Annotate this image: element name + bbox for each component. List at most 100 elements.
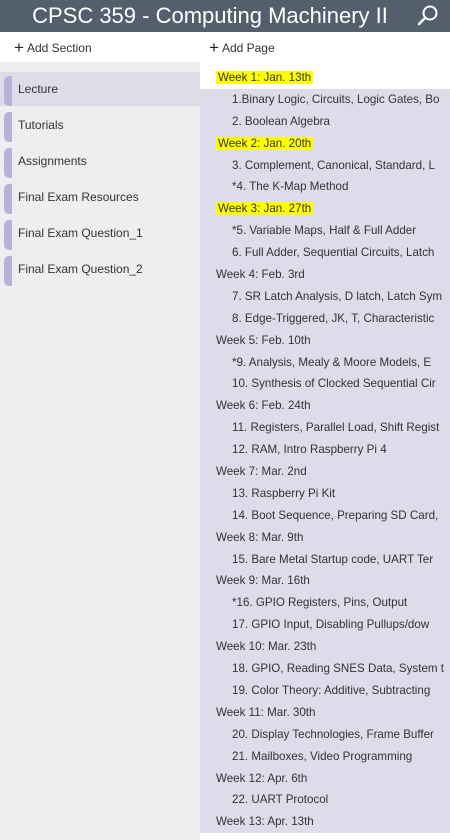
page-label: Week 5: Feb. 10th: [216, 333, 311, 347]
page-item[interactable]: *4. The K-Map Method: [200, 176, 450, 199]
page-label: Week 3: Jan. 27th: [216, 202, 314, 216]
page-item[interactable]: 19. Color Theory: Additive, Subtracting: [200, 679, 450, 702]
add-section-label: Add Section: [26, 41, 92, 55]
page-label: Week 1: Jan. 13th: [216, 71, 314, 84]
page-item-week[interactable]: Week 12: Apr. 6th: [200, 767, 450, 790]
page-item[interactable]: 2. Boolean Algebra: [200, 110, 450, 133]
page-item[interactable]: *16. GPIO Registers, Pins, Output: [200, 592, 450, 615]
section-label: Final Exam Question_2: [18, 262, 143, 276]
toolbar: + Add Section + Add Page: [0, 32, 450, 62]
page-label: 3. Complement, Canonical, Standard, L: [232, 158, 436, 172]
page-item[interactable]: 10. Synthesis of Clocked Sequential Cir: [200, 373, 450, 396]
page-label: Week 11: Mar. 30th: [216, 705, 316, 719]
title-bar: CPSC 359 - Computing Machinery II: [0, 0, 450, 32]
page-item-week[interactable]: Week 8: Mar. 9th: [200, 526, 450, 549]
plus-icon: +: [14, 38, 24, 57]
page-label: *4. The K-Map Method: [232, 180, 349, 194]
page-item-week[interactable]: Week 2: Jan. 20th: [200, 132, 450, 155]
section-label: Final Exam Resources: [18, 190, 139, 204]
page-label: 2. Boolean Algebra: [232, 114, 330, 128]
section-item-assignments[interactable]: Assignments: [0, 144, 200, 178]
page-label: *5. Variable Maps, Half & Full Adder: [232, 224, 417, 238]
page-item-week[interactable]: Week 10: Mar. 23th: [200, 636, 450, 659]
section-tab: [4, 220, 12, 250]
search-button[interactable]: [416, 4, 440, 28]
page-item[interactable]: 17. GPIO Input, Disabling Pullups/dow: [200, 614, 450, 637]
page-label: 6. Full Adder, Sequential Circuits, Latc…: [232, 246, 435, 260]
page-item[interactable]: 20. Display Technologies, Frame Buffer: [200, 723, 450, 746]
page-list: Week 1: Jan. 13th 1.Binary Logic, Circuit…: [200, 67, 450, 834]
page-label: 1.Binary Logic, Circuits, Logic Gates, B…: [232, 92, 440, 106]
page-label: 12. RAM, Intro Raspberry Pi 4: [232, 443, 387, 457]
page-label: 7. SR Latch Analysis, D latch, Latch Sym: [232, 289, 443, 303]
page-item-week[interactable]: Week 1: Jan. 13th: [200, 67, 450, 89]
page-label: Week 10: Mar. 23th: [216, 640, 317, 654]
page-label: 13. Raspberry Pi Kit: [232, 486, 336, 500]
page-label: Week 7: Mar. 2nd: [216, 465, 307, 479]
page-item[interactable]: *9. Analysis, Mealy & Moore Models, E: [200, 351, 450, 374]
section-label: Tutorials: [18, 118, 64, 132]
search-icon: [417, 5, 438, 26]
section-list: Lecture Tutorials Assignments Final Exam…: [0, 62, 201, 840]
section-tab: [4, 148, 12, 178]
plus-icon: +: [209, 38, 219, 57]
page-item[interactable]: 3. Complement, Canonical, Standard, L: [200, 154, 450, 177]
page-label: Week 6: Feb. 24th: [216, 399, 311, 413]
page-item-week[interactable]: Week 11: Mar. 30th: [200, 701, 450, 724]
page-label: Week 8: Mar. 9th: [216, 530, 304, 544]
page-item-week[interactable]: Week 4: Feb. 3rd: [200, 264, 450, 286]
add-page-button[interactable]: + Add Page: [209, 38, 275, 58]
page-item[interactable]: 8. Edge-Triggered, JK, T, Characteristic: [200, 307, 450, 330]
section-item-final-exam-resources[interactable]: Final Exam Resources: [0, 180, 200, 214]
page-item[interactable]: 13. Raspberry Pi Kit: [200, 482, 450, 505]
section-label: Final Exam Question_1: [18, 226, 143, 240]
page-label: Week 4: Feb. 3rd: [216, 268, 305, 282]
page-item[interactable]: *5. Variable Maps, Half & Full Adder: [200, 220, 450, 243]
section-tab: [4, 256, 12, 286]
page-item-week[interactable]: Week 13: Apr. 13th: [200, 811, 450, 834]
page-label: Week 12: Apr. 6th: [216, 771, 308, 785]
section-tab: [4, 184, 12, 214]
page-label: Week 2: Jan. 20th: [216, 136, 314, 150]
page-item-week[interactable]: Week 9: Mar. 16th: [200, 570, 450, 593]
section-label: Assignments: [18, 154, 87, 168]
page-label: 21. Mailboxes, Video Programming: [232, 749, 413, 763]
page-item[interactable]: 7. SR Latch Analysis, D latch, Latch Sym: [200, 285, 450, 308]
page-label: 11. Registers, Parallel Load, Shift Regi…: [232, 421, 440, 435]
page-label: *9. Analysis, Mealy & Moore Models, E: [232, 355, 432, 369]
section-item-final-exam-question-1[interactable]: Final Exam Question_1: [0, 216, 200, 250]
add-page-label: Add Page: [221, 41, 275, 55]
page-label: 10. Synthesis of Clocked Sequential Cir: [232, 377, 436, 391]
page-item-week[interactable]: Week 3: Jan. 27th: [200, 198, 450, 221]
page-label: *16. GPIO Registers, Pins, Output: [232, 596, 408, 610]
page-label: Week 9: Mar. 16th: [216, 574, 310, 588]
page-label: 20. Display Technologies, Frame Buffer: [232, 727, 434, 741]
page-list-pane: Week 1: Jan. 13th 1.Binary Logic, Circuit…: [200, 62, 450, 840]
page-label: 15. Bare Metal Startup code, UART Ter: [232, 552, 434, 566]
page-item-week[interactable]: Week 6: Feb. 24th: [200, 395, 450, 418]
page-item-week[interactable]: Week 7: Mar. 2nd: [200, 461, 450, 483]
page-item-week[interactable]: Week 5: Feb. 10th: [200, 329, 450, 352]
page-label: 19. Color Theory: Additive, Subtracting: [232, 683, 431, 697]
page-label: Week 13: Apr. 13th: [216, 815, 314, 829]
page-item[interactable]: 22. UART Protocol: [200, 789, 450, 812]
page-item[interactable]: 15. Bare Metal Startup code, UART Ter: [200, 548, 450, 571]
section-item-tutorials[interactable]: Tutorials: [0, 108, 200, 142]
page-label: 18. GPIO, Reading SNES Data, System t: [232, 662, 444, 676]
page-label: 8. Edge-Triggered, JK, T, Characteristic: [232, 311, 435, 325]
page-item[interactable]: 12. RAM, Intro Raspberry Pi 4: [200, 439, 450, 462]
page-item[interactable]: 14. Boot Sequence, Preparing SD Card,: [200, 504, 450, 527]
section-item-lecture[interactable]: Lecture: [0, 72, 200, 106]
section-item-final-exam-question-2[interactable]: Final Exam Question_2: [0, 252, 200, 286]
page-label: 22. UART Protocol: [232, 793, 329, 807]
page-item[interactable]: 1.Binary Logic, Circuits, Logic Gates, B…: [200, 88, 450, 111]
page-label: 17. GPIO Input, Disabling Pullups/dow: [232, 618, 430, 632]
page-label: 14. Boot Sequence, Preparing SD Card,: [232, 508, 439, 522]
add-section-button[interactable]: + Add Section: [14, 38, 92, 58]
page-item[interactable]: 11. Registers, Parallel Load, Shift Regi…: [200, 417, 450, 440]
section-tab: [4, 76, 12, 106]
page-item[interactable]: 18. GPIO, Reading SNES Data, System t: [200, 658, 450, 680]
notebook-title: CPSC 359 - Computing Machinery II: [32, 3, 388, 28]
page-item[interactable]: 21. Mailboxes, Video Programming: [200, 745, 450, 768]
page-item[interactable]: 6. Full Adder, Sequential Circuits, Latc…: [200, 242, 450, 265]
